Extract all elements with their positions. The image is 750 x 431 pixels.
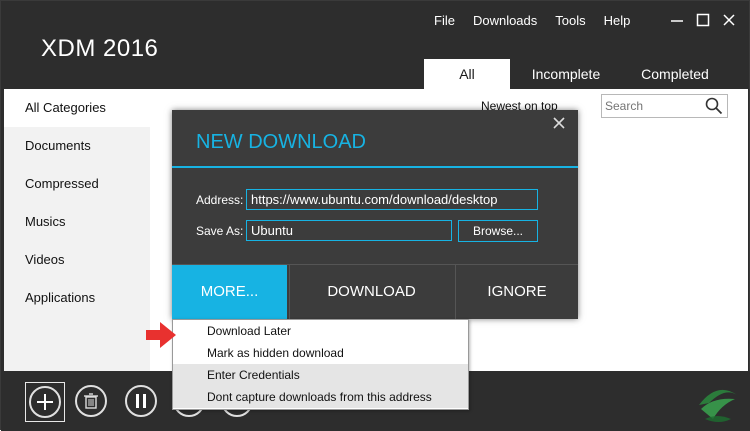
save-as-field[interactable] [246, 220, 452, 241]
tab-incomplete[interactable]: Incomplete [510, 59, 622, 89]
download-button[interactable]: DOWNLOAD [289, 265, 453, 319]
close-icon [723, 14, 735, 26]
maximize-button[interactable] [695, 11, 711, 29]
plus-icon [37, 394, 53, 410]
pause-icon [136, 394, 146, 408]
address-label: Address: [196, 193, 244, 207]
menu-tools[interactable]: Tools [546, 13, 594, 29]
close-window-button[interactable] [721, 11, 737, 29]
search-icon[interactable] [705, 97, 723, 115]
sidebar-item-documents[interactable]: Documents [4, 127, 150, 165]
trash-icon [84, 393, 98, 409]
tab-bar: All Incomplete Completed [424, 59, 728, 89]
sidebar-item-musics[interactable]: Musics [4, 203, 150, 241]
pause-button[interactable] [125, 385, 157, 417]
tab-all[interactable]: All [424, 59, 510, 89]
menu-item-mark-hidden[interactable]: Mark as hidden download [173, 342, 468, 364]
ignore-button[interactable]: IGNORE [455, 265, 578, 319]
search-box[interactable] [601, 94, 728, 118]
more-button[interactable]: MORE... [172, 265, 287, 319]
watermark-logo [699, 389, 737, 422]
close-icon[interactable] [552, 116, 566, 130]
menu-item-dont-capture[interactable]: Dont capture downloads from this address [173, 386, 468, 408]
browse-button[interactable]: Browse... [458, 220, 538, 242]
more-options-menu: Download Later Mark as hidden download E… [172, 319, 469, 410]
address-field[interactable] [246, 189, 538, 210]
new-download-dialog: NEW DOWNLOAD Address: Save As: Browse...… [172, 110, 578, 319]
sidebar-item-compressed[interactable]: Compressed [4, 165, 150, 203]
menu-file[interactable]: File [425, 13, 464, 29]
category-sidebar: All Categories Documents Compressed Musi… [4, 89, 150, 371]
menu-bar: File Downloads Tools Help [425, 13, 639, 29]
dialog-title-underline [172, 166, 578, 168]
window-controls [669, 11, 737, 29]
sidebar-item-applications[interactable]: Applications [4, 279, 150, 317]
menu-item-enter-credentials[interactable]: Enter Credentials [173, 364, 468, 386]
app-title: XDM 2016 [41, 35, 159, 62]
save-as-label: Save As: [196, 224, 244, 238]
maximize-icon [696, 13, 710, 27]
minimize-button[interactable] [669, 11, 685, 29]
menu-item-download-later[interactable]: Download Later [173, 320, 468, 342]
sidebar-item-videos[interactable]: Videos [4, 241, 150, 279]
tab-completed[interactable]: Completed [622, 59, 728, 89]
delete-button[interactable] [75, 385, 107, 417]
menu-downloads[interactable]: Downloads [464, 13, 546, 29]
menu-help[interactable]: Help [595, 13, 640, 29]
search-input[interactable] [602, 95, 702, 117]
red-arrow-icon [146, 322, 176, 348]
add-download-button[interactable] [25, 382, 65, 422]
sidebar-item-all-categories[interactable]: All Categories [4, 89, 150, 127]
minimize-icon [671, 20, 683, 22]
dialog-title: NEW DOWNLOAD [196, 131, 366, 153]
